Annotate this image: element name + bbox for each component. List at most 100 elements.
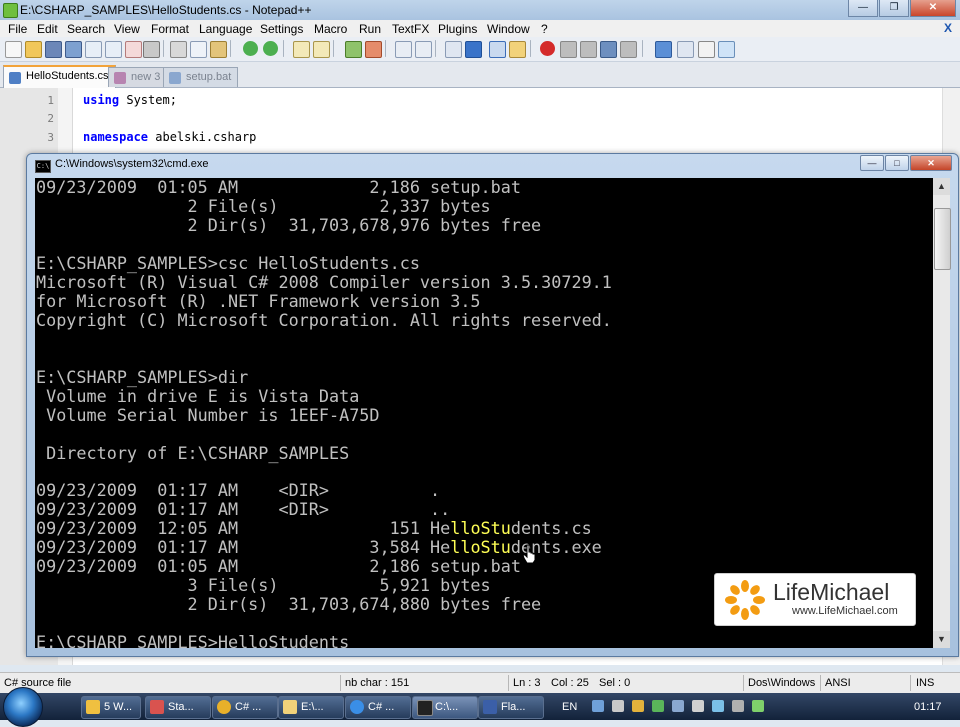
console-line: Copyright (C) Microsoft Corporation. All… — [36, 310, 612, 330]
taskbar-item-cmd[interactable]: C:\... — [412, 696, 478, 719]
indent-guide-icon[interactable] — [489, 41, 506, 58]
redo-icon[interactable] — [263, 41, 278, 56]
toolbar-separator — [530, 40, 531, 57]
replace-icon[interactable] — [313, 41, 330, 58]
scroll-thumb[interactable] — [934, 208, 951, 270]
scroll-down-arrow-icon[interactable]: ▼ — [933, 631, 950, 648]
undo-icon[interactable] — [243, 41, 258, 56]
code-line: using System; — [83, 93, 177, 107]
toolbar-separator — [230, 40, 231, 57]
status-encoding: ANSI — [825, 677, 851, 689]
tab-setup-bat[interactable]: setup.bat — [163, 67, 239, 87]
copy-icon[interactable] — [190, 41, 207, 58]
cut-icon[interactable] — [170, 41, 187, 58]
menu-run[interactable]: Run — [359, 22, 381, 36]
status-line: Ln : 3 — [513, 677, 541, 689]
volume-icon[interactable] — [732, 700, 744, 712]
tray-icon[interactable] — [652, 700, 664, 712]
start-button[interactable] — [3, 687, 43, 727]
menu-view[interactable]: View — [114, 22, 140, 36]
menu-language[interactable]: Language — [199, 22, 252, 36]
close-button[interactable]: ✕ — [910, 0, 956, 17]
cmd-minimize-button[interactable]: — — [860, 155, 884, 171]
restore-button[interactable]: ❐ — [879, 0, 909, 17]
tab-new-3[interactable]: new 3 — [108, 67, 168, 87]
taskbar-item[interactable]: Fla... — [478, 696, 544, 719]
tab-hellostudents[interactable]: HelloStudents.cs — [3, 65, 116, 88]
taskbar-item[interactable]: 5 W... — [81, 696, 141, 719]
paste-icon[interactable] — [210, 41, 227, 58]
save-icon[interactable] — [45, 41, 62, 58]
new-file-icon[interactable] — [5, 41, 22, 58]
tool-b-icon[interactable] — [677, 41, 694, 58]
language-indicator[interactable]: EN — [562, 701, 577, 713]
sync-horizontal-icon[interactable] — [415, 41, 432, 58]
taskbar-item[interactable]: E:\... — [278, 696, 344, 719]
taskbar-item-label: C# ... — [235, 701, 262, 713]
tab-label: new 3 — [131, 71, 161, 83]
menu-window[interactable]: Window — [487, 22, 530, 36]
tray-icon[interactable] — [672, 700, 684, 712]
cmd-title-bar[interactable]: C:\ C:\Windows\system32\cmd.exe — □ ✕ — [27, 154, 958, 176]
clock[interactable]: 01:17 — [914, 701, 942, 713]
menu-textfx[interactable]: TextFX — [392, 22, 429, 36]
tray-icon[interactable] — [632, 700, 644, 712]
cmd-maximize-button[interactable]: □ — [885, 155, 909, 171]
play-macro-icon[interactable] — [580, 41, 597, 58]
run-macro-multiple-icon[interactable] — [600, 41, 617, 58]
scroll-up-arrow-icon[interactable]: ▲ — [933, 178, 950, 195]
minimize-button[interactable]: — — [848, 0, 878, 17]
show-all-chars-icon[interactable] — [465, 41, 482, 58]
close-red-icon[interactable] — [125, 41, 142, 58]
taskbar-item[interactable]: C# ... — [212, 696, 278, 719]
menu-format[interactable]: Format — [151, 22, 189, 36]
menu-file[interactable]: File — [8, 22, 27, 36]
spell-check-icon[interactable] — [718, 41, 735, 58]
notepad-title-bar[interactable]: E:\CSHARP_SAMPLES\HelloStudents.cs - Not… — [0, 0, 960, 20]
system-tray: EN 01:17 — [552, 693, 960, 720]
toolbar-separator — [642, 40, 643, 57]
save-all-icon[interactable] — [65, 41, 82, 58]
line-number: 3 — [47, 131, 54, 144]
menu-help[interactable]: ? — [541, 22, 548, 36]
menu-macro[interactable]: Macro — [314, 22, 347, 36]
zoom-out-icon[interactable] — [365, 41, 382, 58]
console-line: E:\CSHARP_SAMPLES>csc HelloStudents.cs — [36, 253, 420, 273]
menu-plugins[interactable]: Plugins — [438, 22, 477, 36]
taskbar-item-label: Fla... — [501, 701, 526, 713]
taskbar-item[interactable]: C# ... — [345, 696, 411, 719]
close-document-x[interactable]: X — [944, 21, 952, 35]
zoom-in-icon[interactable] — [345, 41, 362, 58]
tray-icon[interactable] — [592, 700, 604, 712]
menu-edit[interactable]: Edit — [37, 22, 58, 36]
toolbar-separator — [163, 40, 164, 57]
menu-settings[interactable]: Settings — [260, 22, 303, 36]
close-file-icon[interactable] — [85, 41, 102, 58]
record-macro-icon[interactable] — [540, 41, 555, 56]
tray-icon[interactable] — [612, 700, 624, 712]
save-macro-icon[interactable] — [620, 41, 637, 58]
window-title: E:\CSHARP_SAMPLES\HelloStudents.cs - Not… — [20, 3, 312, 17]
find-icon[interactable] — [293, 41, 310, 58]
print-icon[interactable] — [143, 41, 160, 58]
flower-logo-icon — [725, 580, 765, 620]
stop-macro-icon[interactable] — [560, 41, 577, 58]
network-icon[interactable] — [752, 700, 764, 712]
status-bar: C# source file nb char : 151 Ln : 3 Col … — [0, 672, 960, 694]
taskbar-item-label: C:\... — [435, 701, 459, 713]
user-lang-icon[interactable] — [509, 41, 526, 58]
cmd-app-icon: C:\ — [35, 160, 51, 173]
tray-icon[interactable] — [692, 700, 704, 712]
hand-pointer-icon — [522, 544, 536, 564]
sync-vertical-icon[interactable] — [395, 41, 412, 58]
cmd-close-button[interactable]: ✕ — [910, 155, 952, 171]
cmd-scrollbar[interactable]: ▲ ▼ — [933, 178, 951, 648]
close-all-icon[interactable] — [105, 41, 122, 58]
open-file-icon[interactable] — [25, 41, 42, 58]
tool-c-icon[interactable] — [698, 41, 715, 58]
tool-a-icon[interactable] — [655, 41, 672, 58]
tray-icon[interactable] — [712, 700, 724, 712]
menu-search[interactable]: Search — [67, 22, 105, 36]
taskbar-item[interactable]: Sta... — [145, 696, 211, 719]
word-wrap-icon[interactable] — [445, 41, 462, 58]
